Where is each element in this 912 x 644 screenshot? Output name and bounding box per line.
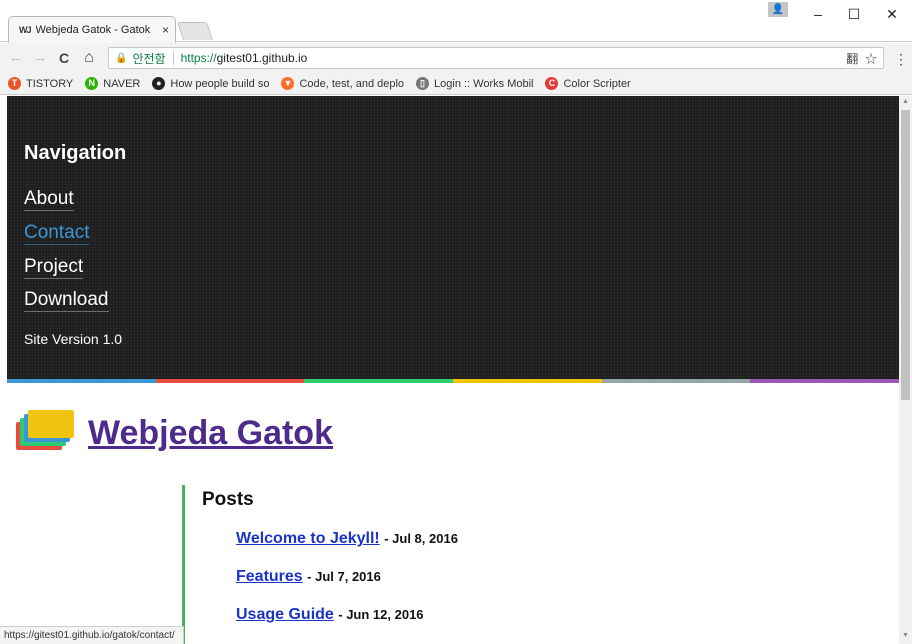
post-item: Welcome to Jekyll! - Jul 8, 2016 [236, 530, 458, 548]
post-item: Features - Jul 7, 2016 [236, 568, 381, 586]
minimize-button[interactable]: – [806, 4, 830, 24]
nav-link-contact[interactable]: Contact [24, 222, 90, 245]
color-strip [7, 379, 899, 383]
page-icon: ▯ [416, 77, 430, 90]
bookmark-label: Code, test, and deplo [299, 77, 405, 90]
bookmarks-bar: T TISTORY N NAVER ● How people build so ▼ Code,… [0, 73, 912, 95]
lock-icon: 🔒 [115, 52, 128, 64]
post-link[interactable]: Welcome to Jekyll! [236, 530, 380, 547]
scroll-down-arrow-icon[interactable]: ▼ [899, 632, 912, 639]
site-version: Site Version 1.0 [24, 331, 123, 347]
bookmark-item[interactable]: C Color Scripter [545, 77, 631, 90]
post-link[interactable]: Usage Guide [236, 606, 334, 623]
back-button[interactable]: ← [6, 48, 26, 68]
forward-button[interactable]: → [30, 48, 50, 68]
bookmark-label: Login :: Works Mobil [434, 77, 534, 90]
url-host: gitest01.github.io [216, 51, 308, 65]
status-bar-url: https://gitest01.github.io/gatok/contact… [0, 626, 184, 644]
bookmark-item[interactable]: ● How people build so [152, 77, 269, 90]
maximize-button[interactable]: ☐ [842, 4, 866, 24]
bookmark-item[interactable]: T TISTORY [8, 77, 73, 90]
secure-label: 안전함 [132, 51, 166, 66]
bookmark-label: How people build so [170, 77, 270, 90]
browser-menu-icon[interactable]: ⋮ [894, 51, 908, 68]
bookmark-label: NAVER [103, 77, 141, 90]
bookmark-item[interactable]: ▯ Login :: Works Mobil [416, 77, 533, 90]
navigation-heading: Navigation [24, 142, 127, 164]
page-scrollbar[interactable]: ▲ ▼ [899, 96, 912, 644]
post-date: - Jul 8, 2016 [384, 531, 458, 546]
color-strip-segment [155, 379, 305, 383]
reload-button[interactable]: C [54, 48, 74, 68]
posts-accent-rule [182, 485, 185, 644]
bookmark-item[interactable]: ▼ Code, test, and deplo [281, 77, 404, 90]
github-icon: ● [152, 77, 166, 90]
url-scheme: https:// [180, 51, 217, 65]
post-date: - Jul 7, 2016 [307, 569, 381, 584]
address-bar[interactable]: 🔒 안전함 https:// gitest01.github.io 翻 ☆ [108, 47, 884, 69]
bookmark-star-icon[interactable]: ☆ [865, 52, 877, 66]
color-strip-segment [7, 379, 156, 383]
post-item: Usage Guide - Jun 12, 2016 [236, 606, 424, 624]
posts-heading: Posts [202, 489, 254, 510]
new-tab-button[interactable] [177, 22, 213, 40]
browser-titlebar: WJ Webjeda Gatok - Gatok × 👤 – ☐ ✕ [0, 0, 912, 43]
profile-icon[interactable]: 👤 [768, 2, 788, 17]
color-strip-segment [750, 379, 899, 383]
bookmark-item[interactable]: N NAVER [85, 77, 140, 90]
tistory-icon: T [8, 77, 21, 90]
scrollbar-thumb[interactable] [901, 110, 910, 400]
tab-close-icon[interactable]: × [162, 23, 169, 37]
color-strip-segment [601, 379, 751, 383]
navigation-panel: Navigation About Contact Project Downloa… [7, 96, 899, 379]
tab-favicon-icon: WJ [19, 25, 31, 35]
colorscripter-icon: C [545, 77, 559, 90]
nav-link-project[interactable]: Project [24, 256, 84, 279]
color-strip-segment [453, 379, 602, 383]
close-window-button[interactable]: ✕ [880, 4, 904, 24]
nav-link-about[interactable]: About [24, 188, 74, 211]
naver-icon: N [85, 77, 99, 90]
browser-tab[interactable]: WJ Webjeda Gatok - Gatok × [8, 16, 176, 43]
nav-link-download[interactable]: Download [24, 289, 109, 312]
home-button[interactable]: ⌂ [79, 48, 99, 68]
page-viewport: Navigation About Contact Project Downloa… [0, 96, 899, 644]
post-link[interactable]: Features [236, 568, 303, 585]
address-actions: 翻 ☆ [846, 50, 877, 67]
site-title[interactable]: Webjeda Gatok [88, 414, 333, 453]
bookmark-label: Color Scripter [563, 77, 631, 90]
address-divider [172, 51, 174, 65]
gitlab-icon: ▼ [281, 77, 295, 90]
site-logo-icon[interactable] [16, 410, 78, 450]
logo-layer [28, 410, 74, 438]
tab-title: Webjeda Gatok - Gatok [35, 24, 151, 36]
post-date: - Jun 12, 2016 [338, 607, 424, 622]
translate-icon[interactable]: 翻 [846, 52, 858, 66]
scroll-up-arrow-icon[interactable]: ▲ [899, 98, 912, 105]
bookmark-label: TISTORY [26, 77, 74, 90]
color-strip-segment [304, 379, 454, 383]
